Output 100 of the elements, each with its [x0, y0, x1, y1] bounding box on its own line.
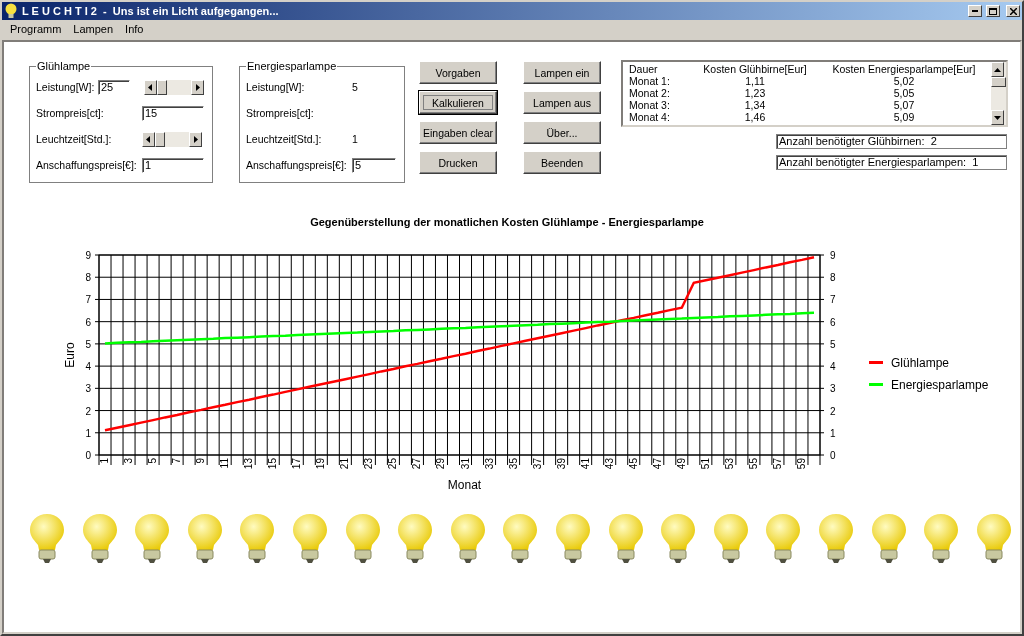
light-bulb-icon	[4, 3, 18, 19]
x-tick-label: 39	[555, 458, 567, 470]
x-tick-label: 17	[291, 458, 303, 470]
x-tick-label: 45	[627, 458, 639, 470]
field-label: Leuchtzeit[Std.]:	[246, 133, 323, 145]
field-label: Anschaffungspreis[€]:	[36, 159, 138, 171]
x-tick-label: 29	[435, 458, 447, 470]
menu-item[interactable]: Programm	[4, 23, 68, 35]
y-tick-label: 4	[85, 361, 91, 373]
action-button[interactable]: Vorgaben	[419, 61, 497, 84]
column-header: Kosten Glühbirne[Eur]	[702, 63, 808, 75]
y-tick-label: 8	[830, 272, 836, 284]
field-label: Anschaffungspreis[€]:	[246, 159, 348, 171]
field-label: Leuchtzeit[Std.]:	[36, 133, 113, 145]
menu-item[interactable]: Info	[119, 23, 150, 35]
y-tick-label: 0	[830, 450, 836, 461]
slider-thumb[interactable]	[157, 79, 167, 95]
action-button[interactable]: Über...	[523, 121, 601, 144]
table-cell-text: 1,11	[744, 75, 766, 87]
close-icon	[1009, 7, 1017, 15]
y-tick-label: 0	[85, 450, 91, 461]
action-button[interactable]: Lampen aus	[523, 91, 601, 114]
y-tick-label: 2	[85, 405, 91, 417]
table-cell-text: 5,09	[892, 111, 916, 123]
y-tick-label: 3	[830, 383, 836, 395]
x-tick-label: 19	[315, 458, 327, 470]
x-tick-label: 25	[387, 458, 399, 470]
field-label: Leistung[W]:	[246, 81, 306, 93]
group-title: Energiesparlampe	[246, 60, 338, 72]
left-arrow-icon	[146, 135, 151, 143]
x-tick-label: 47	[651, 458, 663, 470]
minimize-icon	[972, 10, 978, 12]
x-tick-label: 51	[699, 458, 711, 470]
x-tick-label: 59	[795, 458, 807, 470]
x-tick-label: 3	[123, 458, 135, 464]
slider-thumb[interactable]	[155, 131, 165, 147]
x-tick-label: 11	[219, 458, 231, 469]
field-label: Strompreis[ct]:	[36, 107, 105, 119]
input-field[interactable]: 5	[352, 157, 396, 173]
left-arrow-icon	[148, 83, 153, 91]
input-field[interactable]: 1	[142, 157, 204, 173]
table-cell-text: Monat 1:	[629, 75, 671, 87]
y-tick-label: 5	[830, 338, 836, 350]
y-tick-label: 8	[85, 272, 91, 284]
x-tick-label: 5	[147, 458, 159, 464]
x-tick-label: 1	[99, 458, 110, 464]
table-cell-text: 5,05	[892, 87, 916, 99]
field-label: Leistung[W]:	[36, 81, 96, 93]
field-value: 1	[352, 133, 358, 145]
action-button[interactable]: Kalkulieren	[419, 91, 497, 114]
maximize-button[interactable]	[986, 5, 1000, 17]
right-arrow-icon	[193, 135, 198, 143]
y-tick-label: 9	[85, 250, 91, 261]
x-tick-label: 43	[603, 458, 615, 470]
x-tick-label: 37	[531, 458, 543, 470]
minimize-button[interactable]	[968, 5, 982, 17]
x-tick-label: 35	[507, 458, 519, 470]
input-field[interactable]: 25	[98, 79, 130, 95]
y-tick-label: 1	[830, 427, 836, 439]
table-cell-text: Monat 3:	[629, 99, 671, 111]
close-button[interactable]	[1006, 5, 1020, 17]
x-axis-label: Monat	[447, 478, 482, 492]
y-tick-label: 5	[85, 338, 91, 350]
y-tick-label: 9	[830, 250, 836, 261]
group-title: Glühlampe	[36, 60, 92, 72]
y-tick-label: 7	[85, 294, 91, 306]
table-cell-text: 5,07	[892, 99, 916, 111]
x-tick-label: 53	[723, 458, 735, 470]
vertical-scrollbar[interactable]	[991, 62, 1006, 125]
table-cell-text: Monat 4:	[629, 111, 671, 123]
x-tick-label: 23	[363, 458, 375, 470]
y-tick-label: 4	[830, 361, 836, 373]
x-tick-label: 31	[459, 458, 471, 470]
right-arrow-icon	[195, 83, 200, 91]
y-tick-label: 1	[85, 427, 91, 439]
scrollbar-slider[interactable]	[142, 131, 202, 147]
action-button[interactable]: Beenden	[523, 151, 601, 174]
window-title: L E U C H T I 2 - Uns ist ein Licht aufgegangen...	[22, 5, 280, 17]
legend-label: Energiesparlampe	[891, 378, 989, 392]
table-cell-text: 5,02	[892, 75, 916, 87]
result-field: Anzahl benötigter Glühbirnen: 2	[776, 134, 1007, 149]
scrollbar-thumb[interactable]	[991, 77, 1006, 87]
action-button[interactable]: Lampen ein	[523, 61, 601, 84]
x-tick-label: 57	[771, 458, 783, 470]
action-button[interactable]: Eingaben clear	[419, 121, 497, 144]
menu-item[interactable]: Lampen	[67, 23, 120, 35]
x-tick-label: 49	[675, 458, 687, 470]
x-tick-label: 9	[195, 458, 207, 464]
x-tick-label: 21	[339, 458, 351, 470]
chart-title: Gegenüberstellung der monatlichen Kosten Glühlampe - Energiesparlampe	[309, 216, 705, 228]
down-arrow-icon	[994, 115, 1001, 120]
scrollbar-slider[interactable]	[144, 79, 204, 95]
column-header: Dauer	[629, 63, 659, 75]
y-tick-label: 2	[830, 405, 836, 417]
x-tick-label: 13	[243, 458, 255, 470]
column-header: Kosten Energiesparlampe[Eur]	[831, 63, 977, 75]
action-button[interactable]: Drucken	[419, 151, 497, 174]
input-field[interactable]: 15	[142, 105, 204, 121]
table-cell-text: Monat 2:	[629, 87, 671, 99]
y-tick-label: 6	[830, 316, 836, 328]
